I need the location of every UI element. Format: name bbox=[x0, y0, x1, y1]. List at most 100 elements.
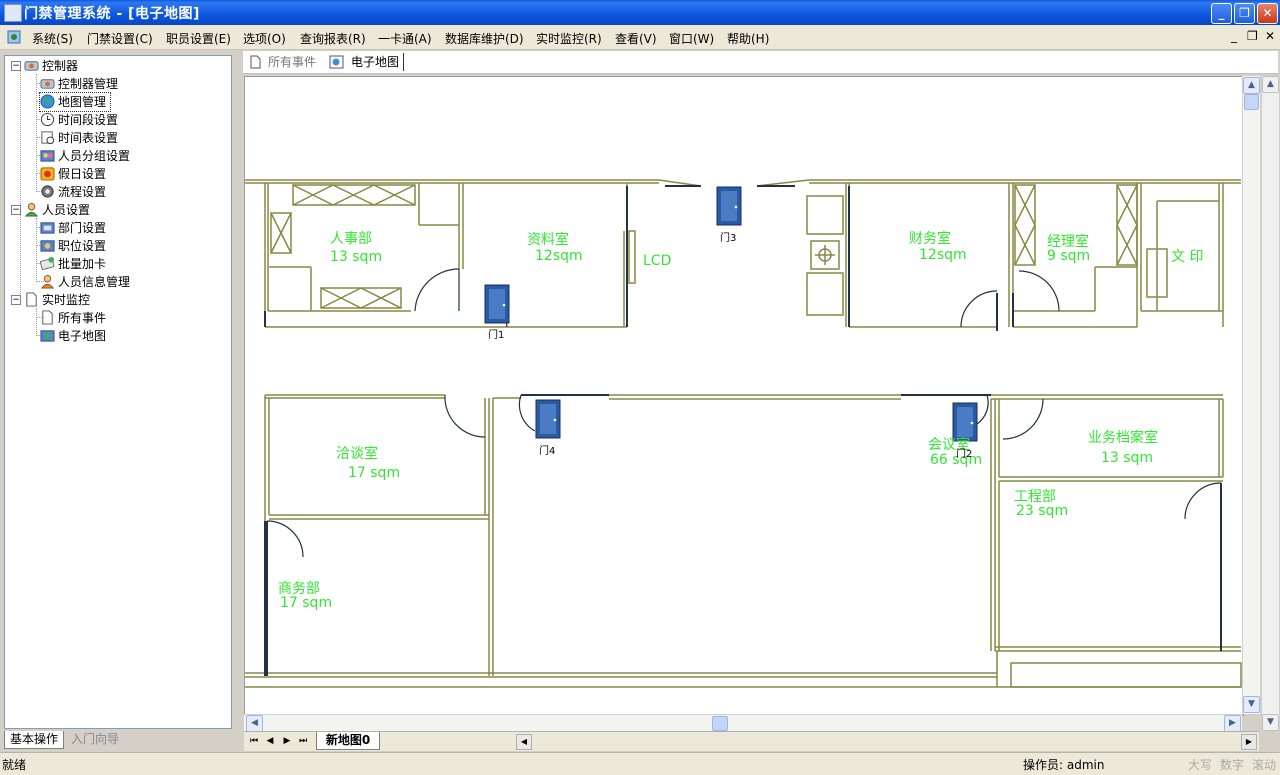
tree-timetable[interactable]: 时间表设置 bbox=[40, 129, 118, 147]
tree-person-info[interactable]: 人员信息管理 bbox=[40, 273, 130, 291]
tab-e-map-label: 电子地图 bbox=[351, 55, 400, 69]
outer-scroll-up-button[interactable]: ▲ bbox=[1262, 76, 1279, 93]
close-button[interactable]: ✕ bbox=[1257, 3, 1278, 24]
tree-monitor[interactable]: 实时监控 bbox=[24, 291, 90, 309]
sheet-scroll-left-button[interactable]: ◀ bbox=[516, 734, 532, 750]
menu-system[interactable]: 系统(S) bbox=[32, 30, 73, 47]
mdi-close-button[interactable]: ✕ bbox=[1265, 29, 1275, 43]
tab-e-map[interactable]: 电子地图 bbox=[329, 53, 405, 71]
tree-personnel[interactable]: 人员设置 bbox=[24, 201, 90, 219]
menu-window[interactable]: 窗口(W) bbox=[669, 30, 714, 47]
collapse-monitor-toggle[interactable]: − bbox=[11, 295, 21, 305]
door-1-icon[interactable] bbox=[484, 284, 510, 324]
menu-one-card[interactable]: 一卡通(A) bbox=[378, 30, 432, 47]
menu-realtime-monitor[interactable]: 实时监控(R) bbox=[536, 30, 602, 47]
room-finance-area: 12sqm bbox=[919, 247, 967, 263]
room-records-area: 13 sqm bbox=[1101, 450, 1153, 466]
tree-label: 控制器管理 bbox=[58, 77, 119, 91]
status-ready: 就绪 bbox=[2, 758, 27, 772]
first-sheet-button[interactable]: ⏮ bbox=[247, 734, 261, 748]
globe-icon bbox=[40, 94, 55, 109]
door-4-icon[interactable] bbox=[535, 399, 561, 439]
e-map-canvas[interactable]: 人事部 13 sqm 资料室 12sqm LCD 财务室 12sqm 经理室 9… bbox=[244, 76, 1244, 716]
door-3-icon[interactable] bbox=[716, 186, 742, 226]
clock-icon bbox=[40, 112, 55, 127]
lcd-label: LCD bbox=[643, 253, 671, 269]
tree-controller[interactable]: 控制器 bbox=[24, 57, 78, 75]
holiday-icon bbox=[40, 167, 55, 181]
tree-holiday[interactable]: 假日设置 bbox=[40, 165, 106, 183]
horizontal-scroll-thumb[interactable] bbox=[712, 716, 728, 731]
tree-position[interactable]: 职位设置 bbox=[40, 237, 106, 255]
prev-sheet-button[interactable]: ◀ bbox=[263, 734, 277, 748]
menu-bar: 系统(S) 门禁设置(C) 职员设置(E) 选项(O) 查询报表(R) 一卡通(… bbox=[0, 25, 1280, 50]
scroll-left-button[interactable]: ◀ bbox=[246, 715, 263, 732]
menu-database[interactable]: 数据库维护(D) bbox=[445, 30, 524, 47]
tree-personnel-label: 人员设置 bbox=[42, 203, 91, 217]
tree-map-manage[interactable]: 地图管理 bbox=[38, 92, 112, 112]
timetable-icon bbox=[41, 131, 55, 145]
tree-department[interactable]: 部门设置 bbox=[40, 219, 106, 237]
tree-monitor-label: 实时监控 bbox=[42, 293, 91, 307]
tree-e-map[interactable]: 电子地图 bbox=[40, 327, 106, 345]
mdi-restore-button[interactable]: ❐ bbox=[1247, 29, 1258, 43]
room-business-area: 17 sqm bbox=[280, 595, 332, 611]
door-4-label: 门4 bbox=[539, 444, 555, 457]
tab-all-events[interactable]: 所有事件 bbox=[249, 53, 316, 71]
person-info-icon bbox=[40, 274, 55, 289]
next-sheet-button[interactable]: ▶ bbox=[280, 734, 294, 748]
document-map-icon[interactable] bbox=[6, 29, 22, 45]
outer-scroll-down-button[interactable]: ▼ bbox=[1262, 714, 1279, 731]
group-icon bbox=[40, 150, 55, 162]
menu-access-settings[interactable]: 门禁设置(C) bbox=[87, 30, 153, 47]
controller-icon bbox=[24, 61, 39, 71]
scroll-up-button[interactable]: ▲ bbox=[1243, 77, 1260, 94]
window-title: 门禁管理系统 - [电子地图] bbox=[24, 6, 200, 22]
scroll-down-button[interactable]: ▼ bbox=[1243, 696, 1260, 713]
tree-group-settings[interactable]: 人员分组设置 bbox=[40, 147, 130, 165]
tab-basic-operations[interactable]: 基本操作 bbox=[4, 731, 65, 749]
room-records-name: 业务档案室 bbox=[1088, 429, 1158, 446]
department-icon bbox=[40, 222, 55, 234]
vertical-scroll-thumb[interactable] bbox=[1244, 94, 1259, 110]
status-operator: 操作员: admin bbox=[1023, 758, 1105, 772]
tree-all-events[interactable]: 所有事件 bbox=[40, 309, 106, 327]
tree-workflow[interactable]: 流程设置 bbox=[40, 183, 106, 201]
app-icon bbox=[4, 4, 22, 22]
tree-label: 人员分组设置 bbox=[58, 149, 131, 163]
menu-query-reports[interactable]: 查询报表(R) bbox=[300, 30, 366, 47]
tree-batch-card[interactable]: 批量加卡 bbox=[40, 255, 106, 273]
menu-help[interactable]: 帮助(H) bbox=[727, 30, 769, 47]
door-2-label: 门2 bbox=[956, 447, 972, 460]
tree-label: 人员信息管理 bbox=[58, 275, 131, 289]
collapse-controller-toggle[interactable]: − bbox=[11, 61, 21, 71]
menu-view[interactable]: 查看(V) bbox=[615, 30, 657, 47]
tab-getting-started[interactable]: 入门向导 bbox=[66, 731, 124, 748]
last-sheet-button[interactable]: ⏭ bbox=[296, 734, 310, 748]
minimize-button[interactable]: _ bbox=[1211, 3, 1232, 24]
collapse-personnel-toggle[interactable]: − bbox=[11, 205, 21, 215]
room-archive-area: 12sqm bbox=[535, 248, 583, 264]
door-swings bbox=[266, 268, 1222, 558]
tree-label: 所有事件 bbox=[58, 311, 107, 325]
mdi-minimize-button[interactable]: _ bbox=[1231, 29, 1237, 43]
scroll-right-button[interactable]: ▶ bbox=[1224, 715, 1241, 732]
outer-vertical-scrollbar[interactable]: ▲ ▼ bbox=[1261, 76, 1279, 731]
tab-all-events-label: 所有事件 bbox=[268, 55, 317, 69]
e-map-icon bbox=[40, 330, 55, 342]
e-map-icon bbox=[329, 55, 344, 69]
tree-label: 地图管理 bbox=[58, 95, 107, 109]
menu-staff-settings[interactable]: 职员设置(E) bbox=[166, 30, 231, 47]
sheet-scroll-right-button[interactable]: ▶ bbox=[1241, 734, 1257, 750]
sheet-tab-new-map[interactable]: 新地图0 bbox=[316, 732, 380, 750]
tree-controller-manage[interactable]: 控制器管理 bbox=[40, 75, 118, 93]
map-vertical-scrollbar[interactable]: ▲ ▼ bbox=[1242, 76, 1260, 714]
tree-time-period[interactable]: 时间段设置 bbox=[40, 111, 118, 129]
room-engineering-area: 23 sqm bbox=[1016, 503, 1068, 519]
door-2-icon[interactable] bbox=[952, 402, 978, 442]
restore-button[interactable]: ❐ bbox=[1234, 3, 1255, 24]
menu-options[interactable]: 选项(O) bbox=[243, 30, 286, 47]
map-horizontal-scrollbar[interactable]: ◀ ▶ bbox=[244, 714, 1242, 732]
tree-label: 时间表设置 bbox=[58, 131, 119, 145]
room-manager-area: 9 sqm bbox=[1047, 248, 1090, 264]
